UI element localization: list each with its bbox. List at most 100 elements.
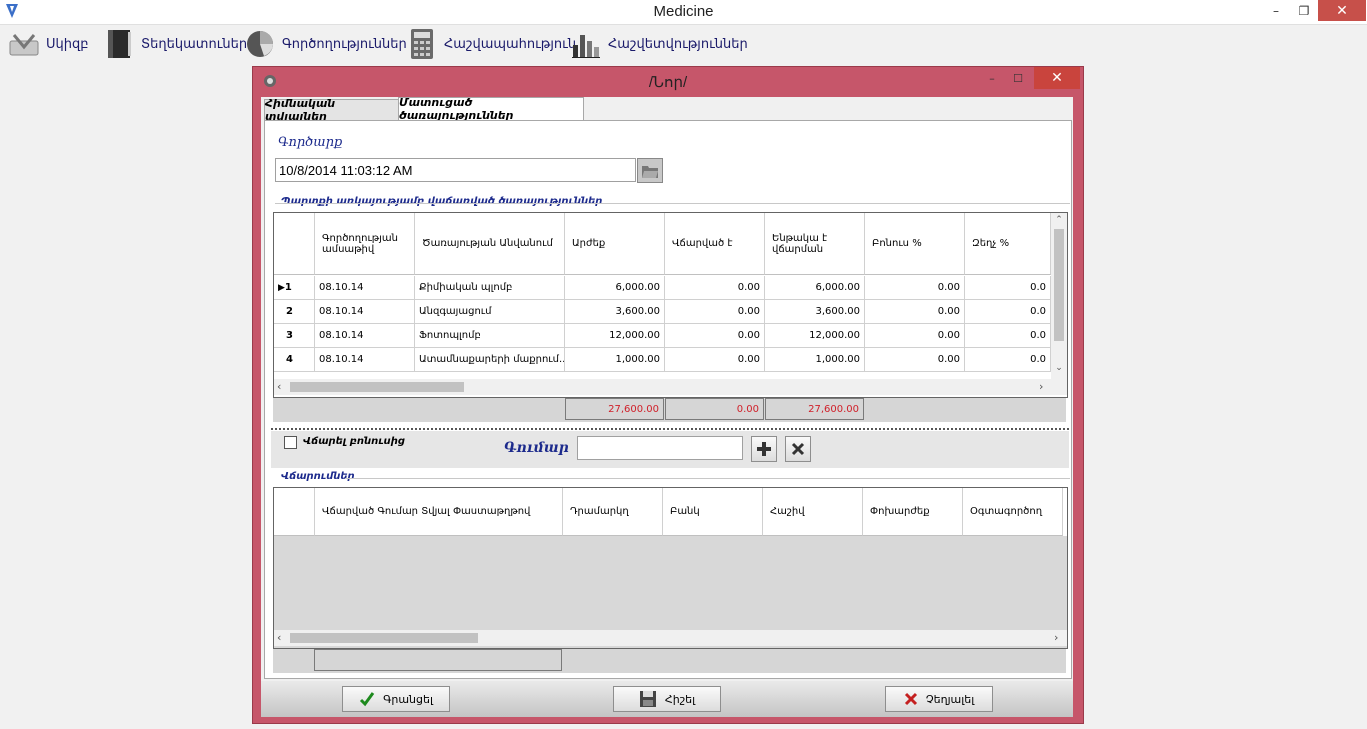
cell-date[interactable]: 08.10.14: [315, 324, 415, 348]
cell-date[interactable]: 08.10.14: [315, 276, 415, 300]
column-header[interactable]: Գործողության ամսաթիվ: [315, 213, 415, 275]
cell-date[interactable]: 08.10.14: [315, 300, 415, 324]
pay-bonus-checkbox[interactable]: [284, 436, 297, 449]
scroll-up-icon[interactable]: ⌃: [1051, 215, 1067, 225]
cell-paid[interactable]: 0.00: [665, 348, 765, 372]
column-header[interactable]: Օգտագործող: [963, 488, 1063, 536]
scroll-right-icon[interactable]: ›: [1039, 380, 1043, 393]
table-row[interactable]: ▶ 1 08.10.14 Քիմիական պլոմբ 6,000.00 0.00…: [274, 276, 1051, 300]
column-header[interactable]: Դրամարկղ: [563, 488, 663, 536]
column-header[interactable]: Արժեք: [565, 213, 665, 275]
cell-bonus[interactable]: 0.00: [865, 324, 965, 348]
column-header[interactable]: Ծառայության Անվանում: [415, 213, 565, 275]
column-header[interactable]: Հաշիվ: [763, 488, 863, 536]
browse-operation-button[interactable]: [637, 158, 663, 183]
cell-service-name[interactable]: Անզգայացում: [415, 300, 565, 324]
bar-chart-icon: [570, 28, 602, 60]
cell-price[interactable]: 6,000.00: [565, 276, 665, 300]
close-button[interactable]: ✕: [1318, 0, 1366, 21]
cell-discount[interactable]: 0.0: [965, 348, 1051, 372]
row-header-corner: [274, 213, 315, 275]
dialog-close-button[interactable]: ✕: [1034, 67, 1080, 89]
save-button[interactable]: Գրանցել: [342, 686, 450, 712]
total-price: 27,600.00: [565, 398, 664, 420]
toolbar-accounting-label: Հաշվապահություն: [444, 36, 577, 52]
services-group-label: Պարտքի առկայությամբ վաճառված ծառայությու…: [281, 196, 603, 207]
floppy-disk-icon: [639, 691, 656, 707]
toolbar-directories-label: Տեղեկատուներ: [141, 36, 248, 52]
dialog-maximize-button[interactable]: ☐: [1005, 67, 1031, 89]
cell-bonus[interactable]: 0.00: [865, 276, 965, 300]
column-header[interactable]: Բանկ: [663, 488, 763, 536]
cell-paid[interactable]: 0.00: [665, 324, 765, 348]
cell-bonus[interactable]: 0.00: [865, 348, 965, 372]
total-paid: 0.00: [665, 398, 764, 420]
table-row[interactable]: 4 08.10.14 Ատամնաքարերի մաքրում... 1,000…: [274, 348, 1051, 372]
dialog-client-area: Հիմնական տվյալներ Մատուցած ծառայությունն…: [261, 96, 1073, 717]
restore-button[interactable]: ❐: [1290, 0, 1318, 22]
column-header[interactable]: Զեղչ %: [965, 213, 1051, 275]
dialog-minimize-button[interactable]: –: [979, 67, 1005, 89]
toolbar-operations-label: Գործողություններ: [282, 36, 407, 52]
new-document-dialog: /Նոր/ – ☐ ✕ Հիմնական տվյալներ Մատուցած ծ…: [252, 66, 1084, 724]
cell-due[interactable]: 1,000.00: [765, 348, 865, 372]
cell-discount[interactable]: 0.0: [965, 300, 1051, 324]
toolbar-directories-button[interactable]: Տեղեկատուներ: [103, 27, 247, 61]
cell-bonus[interactable]: 0.00: [865, 300, 965, 324]
payments-group-divider: [345, 478, 1070, 479]
amount-input[interactable]: [577, 436, 743, 460]
cancel-button[interactable]: Չեղյալել: [885, 686, 993, 712]
delete-payment-button[interactable]: [785, 436, 811, 462]
services-horizontal-scrollbar[interactable]: ‹ ›: [274, 379, 1051, 395]
cell-due[interactable]: 12,000.00: [765, 324, 865, 348]
operation-date-input[interactable]: 10/8/2014 11:03:12 AM: [275, 158, 636, 182]
book-icon: [103, 28, 135, 60]
minimize-button[interactable]: –: [1262, 0, 1290, 22]
horizontal-scroll-thumb[interactable]: [290, 382, 464, 392]
table-row[interactable]: 2 08.10.14 Անզգայացում 3,600.00 0.00 3,6…: [274, 300, 1051, 324]
services-vertical-scrollbar[interactable]: ⌃ ⌄: [1051, 213, 1067, 379]
toolbar-reports-button[interactable]: Հաշվետվություններ: [570, 27, 748, 61]
column-header[interactable]: Բոնուս %: [865, 213, 965, 275]
cell-service-name[interactable]: Քիմիական պլոմբ: [415, 276, 565, 300]
cell-service-name[interactable]: Ֆոտոպլոմբ: [415, 324, 565, 348]
row-number: ▶ 1: [274, 276, 315, 300]
cell-paid[interactable]: 0.00: [665, 300, 765, 324]
toolbar-operations-button[interactable]: Գործողություններ: [244, 27, 407, 61]
horizontal-scroll-thumb[interactable]: [290, 633, 478, 643]
cell-price[interactable]: 3,600.00: [565, 300, 665, 324]
cell-discount[interactable]: 0.0: [965, 324, 1051, 348]
column-header[interactable]: Փոխարժեք: [863, 488, 963, 536]
scroll-right-icon[interactable]: ›: [1054, 631, 1058, 644]
tab-provided-services[interactable]: Մատուցած ծառայություններ: [398, 96, 584, 122]
row-number: 4: [274, 348, 315, 372]
total-due: 27,600.00: [765, 398, 864, 420]
cell-paid[interactable]: 0.00: [665, 276, 765, 300]
scroll-left-icon[interactable]: ‹: [277, 380, 281, 393]
column-header[interactable]: Ենթակա է վճարման: [765, 213, 865, 275]
cell-price[interactable]: 12,000.00: [565, 324, 665, 348]
cell-due[interactable]: 3,600.00: [765, 300, 865, 324]
delete-icon: [791, 442, 805, 456]
table-row[interactable]: 3 08.10.14 Ֆոտոպլոմբ 12,000.00 0.00 12,0…: [274, 324, 1051, 348]
column-header[interactable]: Վճարված Գումար Տվյալ Փաստաթղթով: [315, 488, 563, 536]
cell-due[interactable]: 6,000.00: [765, 276, 865, 300]
payments-horizontal-scrollbar[interactable]: ‹ ›: [274, 630, 1067, 646]
tab-main-data[interactable]: Հիմնական տվյալներ: [264, 97, 400, 123]
cell-service-name[interactable]: Ատամնաքարերի մաքրում...: [415, 348, 565, 372]
total-paid-amount: [314, 649, 562, 671]
services-totals-bar: 27,600.00 0.00 27,600.00: [273, 398, 1066, 422]
scroll-left-icon[interactable]: ‹: [277, 631, 281, 644]
column-header[interactable]: Վճարված է: [665, 213, 765, 275]
cell-price[interactable]: 1,000.00: [565, 348, 665, 372]
toolbar-accounting-button[interactable]: Հաշվապահություն: [406, 27, 576, 61]
start-icon: [8, 28, 40, 60]
add-payment-button[interactable]: [751, 436, 777, 462]
vertical-scroll-thumb[interactable]: [1054, 229, 1064, 341]
cell-date[interactable]: 08.10.14: [315, 348, 415, 372]
toolbar-start-button[interactable]: Սկիզբ: [8, 27, 89, 61]
main-title-bar: Medicine – ❐ ✕: [0, 0, 1367, 25]
scroll-down-icon[interactable]: ⌄: [1051, 363, 1067, 373]
remember-button[interactable]: Հիշել: [613, 686, 721, 712]
cell-discount[interactable]: 0.0: [965, 276, 1051, 300]
